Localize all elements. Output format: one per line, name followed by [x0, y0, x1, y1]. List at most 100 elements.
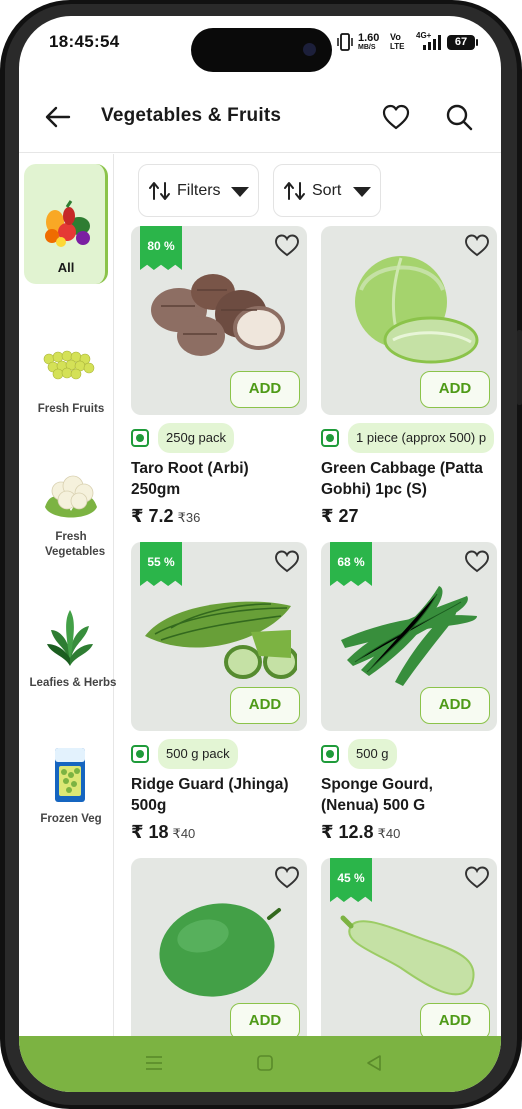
bottle-gourd-image: [340, 915, 475, 996]
add-button[interactable]: ADD: [230, 687, 300, 724]
sort-arrows-icon: [149, 182, 170, 200]
heart-icon[interactable]: [273, 864, 301, 890]
product-image-box: 80 % ADD: [131, 226, 307, 415]
sort-label: Sort: [312, 182, 342, 199]
product-image-box: ADD: [131, 858, 307, 1047]
power-button: [517, 330, 522, 405]
papaya-image: [159, 903, 281, 997]
pack-size: 500 g: [348, 739, 397, 769]
product-price: ₹ 7.2 ₹36: [131, 506, 200, 527]
selling-price: ₹ 18: [131, 822, 169, 842]
sidebar-item-label: Fresh Vegetables: [45, 531, 106, 558]
veg-indicator-icon: [321, 429, 339, 447]
volte-bottom: LTE: [390, 42, 405, 51]
add-button[interactable]: ADD: [230, 371, 300, 408]
add-button[interactable]: ADD: [420, 687, 490, 724]
product-card[interactable]: ADD: [131, 858, 307, 1048]
heart-icon[interactable]: [273, 548, 301, 574]
volte-top: Vo: [390, 32, 401, 42]
pack-size: 500 g pack: [158, 739, 238, 769]
category-sidebar: All Fresh Fruits Fresh Vegetables Leafie…: [19, 154, 116, 1054]
product-name: Ridge Guard (Jhinga) 500g: [131, 774, 311, 816]
recents-icon[interactable]: [145, 1054, 163, 1072]
back-icon[interactable]: [365, 1054, 383, 1072]
page-title: Vegetables & Fruits: [101, 105, 282, 126]
cauliflower-icon: [45, 475, 97, 518]
sidebar-item-frozen-veg[interactable]: Frozen Veg: [19, 734, 114, 834]
dynamic-island: [191, 28, 332, 72]
product-image-box: 68 % ADD: [321, 542, 497, 731]
sidebar-item-fresh-fruits[interactable]: Fresh Fruits: [19, 329, 114, 429]
sidebar-item-all[interactable]: All: [19, 154, 114, 294]
sidebar-item-label: Fresh Fruits: [37, 403, 105, 415]
net-speed: 1.60 MB/S: [358, 33, 379, 52]
heart-icon[interactable]: [463, 232, 491, 258]
product-card[interactable]: ADD 1 piece (approx 500) p Green Cabbage…: [321, 226, 497, 536]
ridge-gourd-image: [145, 601, 297, 679]
sidebar-item-leafies-herbs[interactable]: Leafies & Herbs: [19, 594, 116, 694]
product-card[interactable]: 45 % ADD: [321, 858, 497, 1048]
heart-icon[interactable]: [273, 232, 301, 258]
sort-button[interactable]: Sort: [273, 164, 381, 217]
home-icon[interactable]: [256, 1054, 274, 1072]
leafy-greens-icon: [47, 610, 93, 666]
product-name-line: Gobhi) 1pc (S): [321, 481, 427, 498]
product-price: ₹ 18 ₹40: [131, 822, 195, 843]
sidebar-item-label: Leafies & Herbs: [29, 677, 117, 689]
heart-icon[interactable]: [463, 548, 491, 574]
product-card[interactable]: 55 % ADD 500 g pack Ridge Guard (Jhinga)…: [131, 542, 307, 852]
product-name-line: Green Cabbage (Patta: [321, 460, 483, 477]
pack-size: 250g pack: [158, 423, 234, 453]
camera-icon: [303, 43, 316, 56]
product-image-box: 55 % ADD: [131, 542, 307, 731]
status-bar: 18:45:54 1.60 MB/S Vo LTE 4G+ 67: [19, 16, 501, 72]
volte-indicator: Vo LTE: [390, 32, 405, 52]
cabbage-image: [355, 256, 479, 364]
discount-badge: 80 %: [140, 226, 182, 270]
heart-icon[interactable]: [463, 864, 491, 890]
sidebar-item-label: All: [57, 260, 75, 275]
veg-indicator-icon: [321, 745, 339, 763]
add-button[interactable]: ADD: [230, 1003, 300, 1040]
product-name: Taro Root (Arbi) 250gm: [131, 458, 311, 500]
discount-badge: 68 %: [330, 542, 372, 586]
product-name-line: 250gm: [131, 481, 181, 498]
sidebar-item-label: Frozen Veg: [40, 813, 102, 825]
product-name: Green Cabbage (Patta Gobhi) 1pc (S): [321, 458, 501, 500]
product-price: ₹ 27: [321, 506, 359, 527]
sort-arrows-icon: [284, 182, 305, 200]
back-arrow-icon[interactable]: [43, 102, 73, 132]
vibrate-icon: [337, 33, 353, 51]
product-name-line: 500g: [131, 797, 167, 814]
sidebar-item-fresh-vegetables[interactable]: Fresh Vegetables: [19, 459, 114, 569]
product-card[interactable]: 80 % ADD 250g pack Taro Root (Arbi) 250g…: [131, 226, 307, 536]
product-name-line: Sponge Gourd,: [321, 776, 433, 793]
system-nav-bar: [19, 1036, 501, 1092]
product-name: Sponge Gourd, (Nenua) 500 G: [321, 774, 501, 816]
selling-price: ₹ 7.2: [131, 506, 174, 526]
search-icon[interactable]: [444, 102, 474, 132]
status-time: 18:45:54: [49, 32, 120, 51]
taro-root-image: [151, 274, 285, 356]
heart-icon[interactable]: [381, 102, 411, 132]
veg-indicator-icon: [131, 745, 149, 763]
mrp-price: ₹36: [177, 510, 201, 525]
phone-frame: 18:45:54 1.60 MB/S Vo LTE 4G+ 67 Vegetab…: [0, 0, 522, 1109]
add-button[interactable]: ADD: [420, 371, 490, 408]
net-speed-value: 1.60: [358, 32, 380, 44]
app-screen: 18:45:54 1.60 MB/S Vo LTE 4G+ 67 Vegetab…: [19, 16, 501, 1092]
battery-indicator: 67: [447, 35, 478, 50]
pack-size: 1 piece (approx 500) p: [348, 423, 495, 453]
add-button[interactable]: ADD: [420, 1003, 490, 1040]
sponge-gourd-image: [341, 586, 477, 686]
product-image-box: 45 % ADD: [321, 858, 497, 1047]
discount-badge: 45 %: [330, 858, 372, 902]
discount-badge: 55 %: [140, 542, 182, 586]
chevron-down-icon: [231, 187, 249, 197]
mixed-produce-icon: [45, 200, 90, 247]
product-name-line: Ridge Guard (Jhinga): [131, 776, 289, 793]
grapes-icon: [43, 350, 95, 380]
mrp-price: ₹40: [172, 826, 196, 841]
filters-button[interactable]: Filters: [138, 164, 259, 217]
product-card[interactable]: 68 % ADD 500 g Sponge Gourd, (Nenua) 500…: [321, 542, 497, 852]
